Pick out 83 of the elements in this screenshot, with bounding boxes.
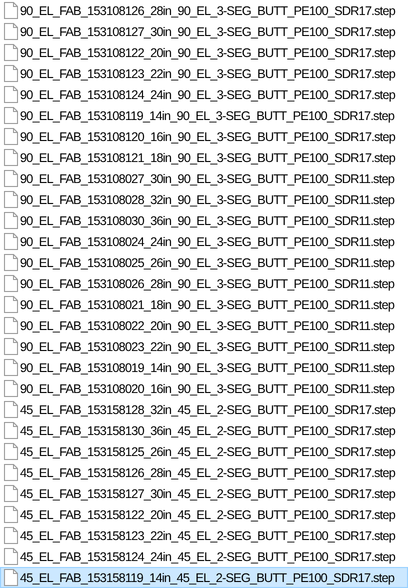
file-name: 90_EL_FAB_153108026_28in_90_EL_3-SEG_BUTT_PE100_SDR11.step [20, 276, 394, 290]
file-icon [4, 443, 18, 460]
file-row[interactable]: 90_EL_FAB_153108122_20in_90_EL_3-SEG_BUTT_PE100_SDR17.step [0, 42, 408, 63]
file-row[interactable]: 90_EL_FAB_153108020_16in_90_EL_3-SEG_BUTT_PE100_SDR11.step [0, 378, 408, 399]
file-name: 90_EL_FAB_153108024_24in_90_EL_3-SEG_BUTT_PE100_SDR11.step [20, 234, 394, 248]
file-icon [4, 569, 18, 586]
file-row[interactable]: 45_EL_FAB_153158123_22in_45_EL_2-SEG_BUTT_PE100_SDR17.step [0, 525, 408, 546]
file-row[interactable]: 90_EL_FAB_153108027_30in_90_EL_3-SEG_BUTT_PE100_SDR11.step [0, 168, 408, 189]
file-name: 45_EL_FAB_153158122_20in_45_EL_2-SEG_BUTT_PE100_SDR17.step [20, 508, 396, 522]
file-row[interactable]: 45_EL_FAB_153158122_20in_45_EL_2-SEG_BUTT_PE100_SDR17.step [0, 504, 408, 525]
file-name: 90_EL_FAB_153108028_32in_90_EL_3-SEG_BUTT_PE100_SDR11.step [20, 192, 394, 206]
file-name: 90_EL_FAB_153108019_14in_90_EL_3-SEG_BUTT_PE100_SDR11.step [20, 360, 394, 374]
file-name: 45_EL_FAB_153158123_22in_45_EL_2-SEG_BUTT_PE100_SDR17.step [20, 528, 396, 542]
file-name: 45_EL_FAB_153158119_14in_45_EL_2-SEG_BUTT_PE100_SDR17.step [20, 570, 394, 584]
file-name: 90_EL_FAB_153108021_18in_90_EL_3-SEG_BUTT_PE100_SDR11.step [20, 298, 394, 312]
file-name: 45_EL_FAB_153158127_30in_45_EL_2-SEG_BUTT_PE100_SDR17.step [20, 486, 396, 500]
file-row[interactable]: 90_EL_FAB_153108026_28in_90_EL_3-SEG_BUTT_PE100_SDR11.step [0, 273, 408, 294]
file-icon [4, 212, 18, 229]
file-row[interactable]: 45_EL_FAB_153158124_24in_45_EL_2-SEG_BUTT_PE100_SDR17.step [0, 546, 408, 567]
file-row[interactable]: 90_EL_FAB_153108030_36in_90_EL_3-SEG_BUTT_PE100_SDR11.step [0, 210, 408, 231]
file-name: 45_EL_FAB_153158130_36in_45_EL_2-SEG_BUTT_PE100_SDR17.step [20, 424, 396, 438]
file-icon [4, 170, 18, 187]
file-name: 90_EL_FAB_153108020_16in_90_EL_3-SEG_BUTT_PE100_SDR11.step [20, 382, 394, 396]
file-name: 90_EL_FAB_153108124_24in_90_EL_3-SEG_BUTT_PE100_SDR17.step [20, 88, 396, 102]
file-name: 90_EL_FAB_153108022_20in_90_EL_3-SEG_BUTT_PE100_SDR11.step [20, 318, 394, 332]
file-icon [4, 191, 18, 208]
file-icon [4, 401, 18, 418]
file-icon [4, 233, 18, 250]
file-row[interactable]: 90_EL_FAB_153108119_14in_90_EL_3-SEG_BUTT_PE100_SDR17.step [0, 105, 408, 126]
file-row[interactable]: 90_EL_FAB_153108023_22in_90_EL_3-SEG_BUTT_PE100_SDR11.step [0, 336, 408, 357]
file-icon [4, 275, 18, 292]
file-icon [4, 338, 18, 355]
file-icon [4, 254, 18, 271]
file-row[interactable]: 90_EL_FAB_153108126_28in_90_EL_3-SEG_BUTT_PE100_SDR17.step [0, 0, 408, 21]
file-row[interactable]: 45_EL_FAB_153158126_28in_45_EL_2-SEG_BUTT_PE100_SDR17.step [0, 462, 408, 483]
file-icon [4, 23, 18, 40]
file-name: 90_EL_FAB_153108025_26in_90_EL_3-SEG_BUTT_PE100_SDR11.step [20, 256, 394, 270]
file-name: 90_EL_FAB_153108126_28in_90_EL_3-SEG_BUTT_PE100_SDR17.step [20, 4, 396, 18]
file-row[interactable]: 45_EL_FAB_153158130_36in_45_EL_2-SEG_BUTT_PE100_SDR17.step [0, 420, 408, 441]
file-name: 90_EL_FAB_153108030_36in_90_EL_3-SEG_BUTT_PE100_SDR11.step [20, 214, 394, 228]
file-icon [4, 317, 18, 334]
file-row[interactable]: 90_EL_FAB_153108123_22in_90_EL_3-SEG_BUTT_PE100_SDR17.step [0, 63, 408, 84]
file-name: 90_EL_FAB_153108122_20in_90_EL_3-SEG_BUTT_PE100_SDR17.step [20, 46, 396, 60]
file-name: 45_EL_FAB_153158124_24in_45_EL_2-SEG_BUTT_PE100_SDR17.step [20, 550, 396, 564]
file-name: 45_EL_FAB_153158125_26in_45_EL_2-SEG_BUTT_PE100_SDR17.step [20, 444, 396, 458]
file-icon [4, 44, 18, 61]
file-name: 90_EL_FAB_153108023_22in_90_EL_3-SEG_BUTT_PE100_SDR11.step [20, 340, 394, 354]
file-name: 45_EL_FAB_153158126_28in_45_EL_2-SEG_BUTT_PE100_SDR17.step [20, 466, 396, 480]
file-row[interactable]: 90_EL_FAB_153108025_26in_90_EL_3-SEG_BUTT_PE100_SDR11.step [0, 252, 408, 273]
file-row[interactable]: 90_EL_FAB_153108127_30in_90_EL_3-SEG_BUTT_PE100_SDR17.step [0, 21, 408, 42]
file-icon [4, 527, 18, 544]
file-icon [4, 548, 18, 565]
file-row[interactable]: 45_EL_FAB_153158128_32in_45_EL_2-SEG_BUTT_PE100_SDR17.step [0, 399, 408, 420]
file-row[interactable]: 45_EL_FAB_153158119_14in_45_EL_2-SEG_BUTT_PE100_SDR17.step [0, 567, 408, 588]
file-icon [4, 506, 18, 523]
file-icon [4, 359, 18, 376]
file-icon [4, 464, 18, 481]
file-name: 90_EL_FAB_153108127_30in_90_EL_3-SEG_BUTT_PE100_SDR17.step [20, 24, 396, 38]
file-row[interactable]: 90_EL_FAB_153108124_24in_90_EL_3-SEG_BUTT_PE100_SDR17.step [0, 84, 408, 105]
file-row[interactable]: 90_EL_FAB_153108019_14in_90_EL_3-SEG_BUTT_PE100_SDR11.step [0, 357, 408, 378]
file-row[interactable]: 90_EL_FAB_153108022_20in_90_EL_3-SEG_BUTT_PE100_SDR11.step [0, 315, 408, 336]
file-icon [4, 107, 18, 124]
file-row[interactable]: 90_EL_FAB_153108028_32in_90_EL_3-SEG_BUTT_PE100_SDR11.step [0, 189, 408, 210]
file-name: 90_EL_FAB_153108027_30in_90_EL_3-SEG_BUTT_PE100_SDR11.step [20, 172, 394, 186]
file-icon [4, 296, 18, 313]
file-icon [4, 422, 18, 439]
file-icon [4, 86, 18, 103]
file-name: 45_EL_FAB_153158128_32in_45_EL_2-SEG_BUTT_PE100_SDR17.step [20, 402, 396, 416]
file-row[interactable]: 90_EL_FAB_153108121_18in_90_EL_3-SEG_BUTT_PE100_SDR17.step [0, 147, 408, 168]
file-name: 90_EL_FAB_153108119_14in_90_EL_3-SEG_BUTT_PE100_SDR17.step [20, 108, 394, 122]
file-icon [4, 128, 18, 145]
file-name: 90_EL_FAB_153108121_18in_90_EL_3-SEG_BUTT_PE100_SDR17.step [20, 150, 396, 164]
file-row[interactable]: 90_EL_FAB_153108120_16in_90_EL_3-SEG_BUTT_PE100_SDR17.step [0, 126, 408, 147]
file-icon [4, 65, 18, 82]
file-row[interactable]: 45_EL_FAB_153158127_30in_45_EL_2-SEG_BUTT_PE100_SDR17.step [0, 483, 408, 504]
file-icon [4, 485, 18, 502]
file-name: 90_EL_FAB_153108123_22in_90_EL_3-SEG_BUTT_PE100_SDR17.step [20, 66, 396, 80]
file-icon [4, 380, 18, 397]
file-name: 90_EL_FAB_153108120_16in_90_EL_3-SEG_BUTT_PE100_SDR17.step [20, 130, 396, 144]
file-icon [4, 149, 18, 166]
file-row[interactable]: 90_EL_FAB_153108021_18in_90_EL_3-SEG_BUTT_PE100_SDR11.step [0, 294, 408, 315]
file-row[interactable]: 90_EL_FAB_153108024_24in_90_EL_3-SEG_BUTT_PE100_SDR11.step [0, 231, 408, 252]
file-row[interactable]: 45_EL_FAB_153158125_26in_45_EL_2-SEG_BUTT_PE100_SDR17.step [0, 441, 408, 462]
